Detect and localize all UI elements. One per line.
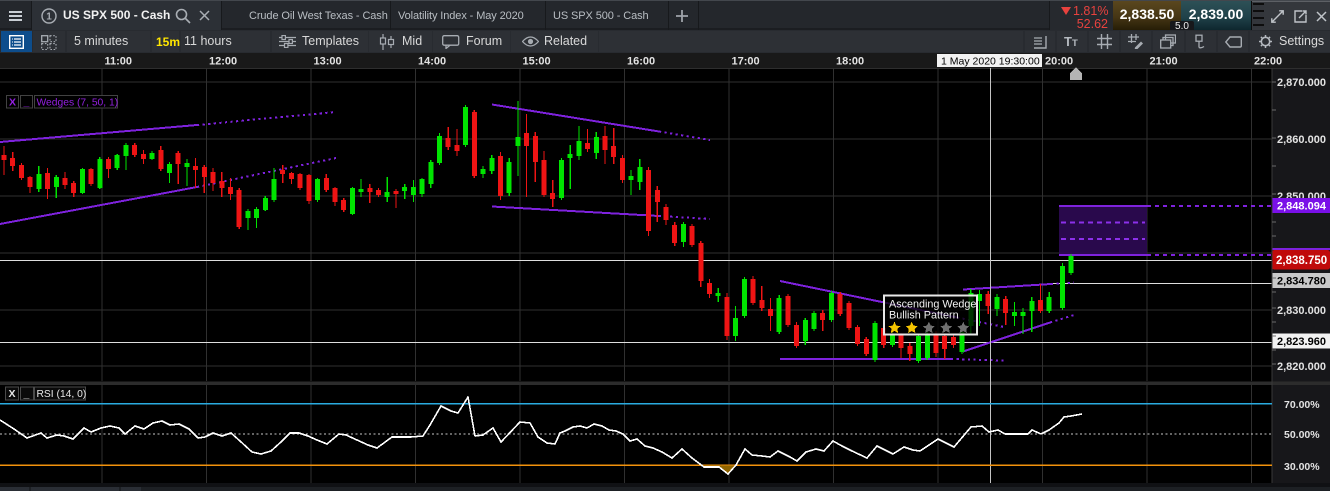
svg-text:2,848.094: 2,848.094 <box>1277 201 1327 213</box>
svg-text:2,860.000: 2,860.000 <box>1277 134 1326 146</box>
svg-text:30.00%: 30.00% <box>1284 461 1320 473</box>
svg-text:2,834.780: 2,834.780 <box>1277 276 1326 288</box>
svg-text:1 May 2020 19:30:00: 1 May 2020 19:30:00 <box>941 55 1040 67</box>
svg-text:2,870.000: 2,870.000 <box>1277 77 1326 89</box>
svg-text:14:00: 14:00 <box>418 56 446 68</box>
svg-text:X: X <box>9 388 16 400</box>
svg-text:Bullish Pattern: Bullish Pattern <box>889 310 959 322</box>
svg-text:13:00: 13:00 <box>314 56 342 68</box>
svg-text:70.00%: 70.00% <box>1284 399 1320 411</box>
svg-text:18:00: 18:00 <box>836 56 864 68</box>
svg-text:22:00: 22:00 <box>1254 56 1282 68</box>
svg-text:15:00: 15:00 <box>523 56 551 68</box>
svg-text:21:00: 21:00 <box>1150 56 1178 68</box>
svg-text:12:00: 12:00 <box>209 56 237 68</box>
svg-text:1: 1 <box>46 12 52 23</box>
svg-text:50.00%: 50.00% <box>1284 429 1320 441</box>
svg-text:2,823.960: 2,823.960 <box>1277 336 1326 348</box>
svg-text:_: _ <box>23 388 30 400</box>
svg-text:16:00: 16:00 <box>627 56 655 68</box>
svg-text:2,838.750: 2,838.750 <box>1276 255 1327 267</box>
svg-text:2,820.000: 2,820.000 <box>1277 361 1326 373</box>
svg-text:20:00: 20:00 <box>1045 56 1073 68</box>
svg-text:17:00: 17:00 <box>732 56 760 68</box>
svg-text:RSI (14, 0): RSI (14, 0) <box>37 389 87 400</box>
svg-text:2,830.000: 2,830.000 <box>1277 305 1326 317</box>
svg-text:X: X <box>9 97 16 109</box>
svg-text:11:00: 11:00 <box>105 56 133 68</box>
svg-text:_: _ <box>23 97 30 109</box>
svg-text:Wedges (7, 50, 1): Wedges (7, 50, 1) <box>37 98 119 109</box>
